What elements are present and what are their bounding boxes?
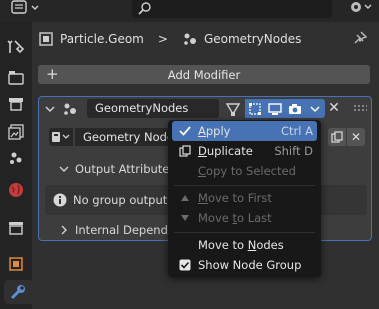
- menu-item-label: Apply: [198, 124, 231, 138]
- node-tree-icon: [52, 132, 70, 142]
- viewport-toggle[interactable]: [265, 99, 285, 118]
- menu-item-move-to-first: Move to First: [172, 188, 317, 208]
- chevron-right-icon: [61, 225, 67, 235]
- camera-icon: [289, 103, 301, 114]
- menu-item-move-to-last: Move to Last: [172, 208, 317, 228]
- modifier-menu-dropdown[interactable]: [305, 99, 325, 118]
- checkbox-checked-icon: [178, 258, 192, 272]
- search-icon: [138, 2, 151, 15]
- menu-item-label: Move to Last: [198, 211, 272, 225]
- triangle-down-icon: [178, 211, 192, 225]
- tab-modifiers[interactable]: [4, 280, 32, 304]
- scene-icon: [10, 152, 22, 164]
- edit-mode-toggle[interactable]: [223, 99, 243, 118]
- breadcrumb-object: Particle.Geom: [60, 32, 144, 46]
- duplicate-icon: [331, 131, 343, 143]
- on-cage-toggle[interactable]: [245, 99, 265, 118]
- drag-handle[interactable]: [353, 104, 367, 112]
- render-icon: [8, 71, 24, 85]
- pin-icon: [354, 31, 368, 44]
- menu-item-show-node-group[interactable]: Show Node Group: [172, 255, 317, 275]
- menu-separator: [174, 185, 315, 186]
- tab-view-layer[interactable]: [4, 120, 28, 144]
- menu-item-label: Move to Nodes: [198, 238, 284, 252]
- object-icon: [9, 257, 23, 271]
- menu-item-apply[interactable]: Apply Ctrl A: [172, 121, 317, 141]
- collapse-button[interactable]: [45, 103, 55, 117]
- duplicate-node-group-button[interactable]: [328, 128, 346, 146]
- internal-dependencies-subpanel[interactable]: Internal Dependen: [59, 221, 182, 239]
- output-attributes-subpanel[interactable]: Output Attributes: [59, 160, 175, 178]
- chevron-down-icon: [45, 106, 55, 113]
- view-layer-icon: [8, 124, 24, 140]
- tool-icon: [7, 40, 25, 54]
- chevron-down-icon: [310, 105, 320, 112]
- properties-tab-strip: [0, 22, 32, 309]
- options-button[interactable]: [346, 0, 376, 18]
- menu-item-shortcut: Ctrl A: [281, 124, 313, 138]
- tab-output[interactable]: [4, 92, 28, 116]
- options-icon: [351, 2, 372, 12]
- menu-item-label: Move to First: [198, 191, 272, 205]
- header-bar: [0, 0, 379, 22]
- menu-item-duplicate[interactable]: Duplicate Shift D: [172, 141, 317, 161]
- tab-collection[interactable]: [4, 216, 28, 240]
- internal-dependencies-label: Internal Dependen: [75, 223, 183, 237]
- menu-item-copy-to-selected: Copy to Selected: [172, 161, 317, 181]
- world-icon: [9, 183, 23, 197]
- tab-tool[interactable]: [4, 34, 28, 58]
- tab-object[interactable]: [4, 252, 28, 276]
- menu-item-label: Duplicate: [198, 144, 253, 158]
- pin-button[interactable]: [352, 30, 368, 49]
- add-modifier-button[interactable]: + Add Modifier: [38, 65, 370, 84]
- unlink-node-group-button[interactable]: ✕: [347, 128, 365, 146]
- monitor-icon: [268, 102, 282, 115]
- object-data-icon: [39, 32, 53, 46]
- warning-text: No group output a: [73, 193, 178, 207]
- info-icon: [53, 193, 67, 207]
- breadcrumb-separator: >: [157, 32, 168, 46]
- editor-type-selector[interactable]: [4, 0, 44, 18]
- search-input[interactable]: [132, 0, 332, 18]
- modifier-name-field[interactable]: GeometryNodes: [87, 99, 219, 118]
- modifier-context-menu: Apply Ctrl A Duplicate Shift D Copy to S…: [168, 120, 321, 277]
- breadcrumb-modifier: GeometryNodes: [203, 32, 302, 46]
- chevron-down-icon: [59, 166, 69, 172]
- add-modifier-label: Add Modifier: [167, 68, 241, 82]
- modifier-icon: [10, 285, 25, 300]
- collection-icon: [9, 222, 23, 235]
- cage-icon: [249, 102, 261, 115]
- editor-type-icon: [11, 0, 39, 14]
- menu-separator: [174, 232, 315, 233]
- triangle-up-icon: [178, 191, 192, 205]
- check-icon: [178, 124, 192, 138]
- output-attributes-label: Output Attributes: [75, 162, 176, 176]
- menu-item-label: Show Node Group: [198, 258, 302, 272]
- menu-item-shortcut: Shift D: [274, 144, 313, 158]
- duplicate-icon: [178, 144, 192, 158]
- breadcrumb: Particle.Geom > GeometryNodes: [38, 28, 301, 50]
- geometry-nodes-icon: [64, 103, 76, 115]
- tab-scene[interactable]: [4, 146, 28, 170]
- tab-render[interactable]: [4, 66, 28, 90]
- remove-modifier-button[interactable]: ✕: [325, 99, 343, 118]
- render-toggle[interactable]: [285, 99, 305, 118]
- node-group-browse-button[interactable]: [49, 128, 73, 146]
- menu-item-move-to-nodes[interactable]: Move to Nodes: [172, 235, 317, 255]
- tab-world[interactable]: [4, 178, 28, 202]
- geometry-nodes-icon: [184, 33, 196, 45]
- modifier-type-icon-wrap: [61, 101, 79, 120]
- edit-mode-icon: [225, 102, 241, 116]
- menu-item-label: Copy to Selected: [198, 164, 296, 178]
- output-icon: [9, 98, 23, 111]
